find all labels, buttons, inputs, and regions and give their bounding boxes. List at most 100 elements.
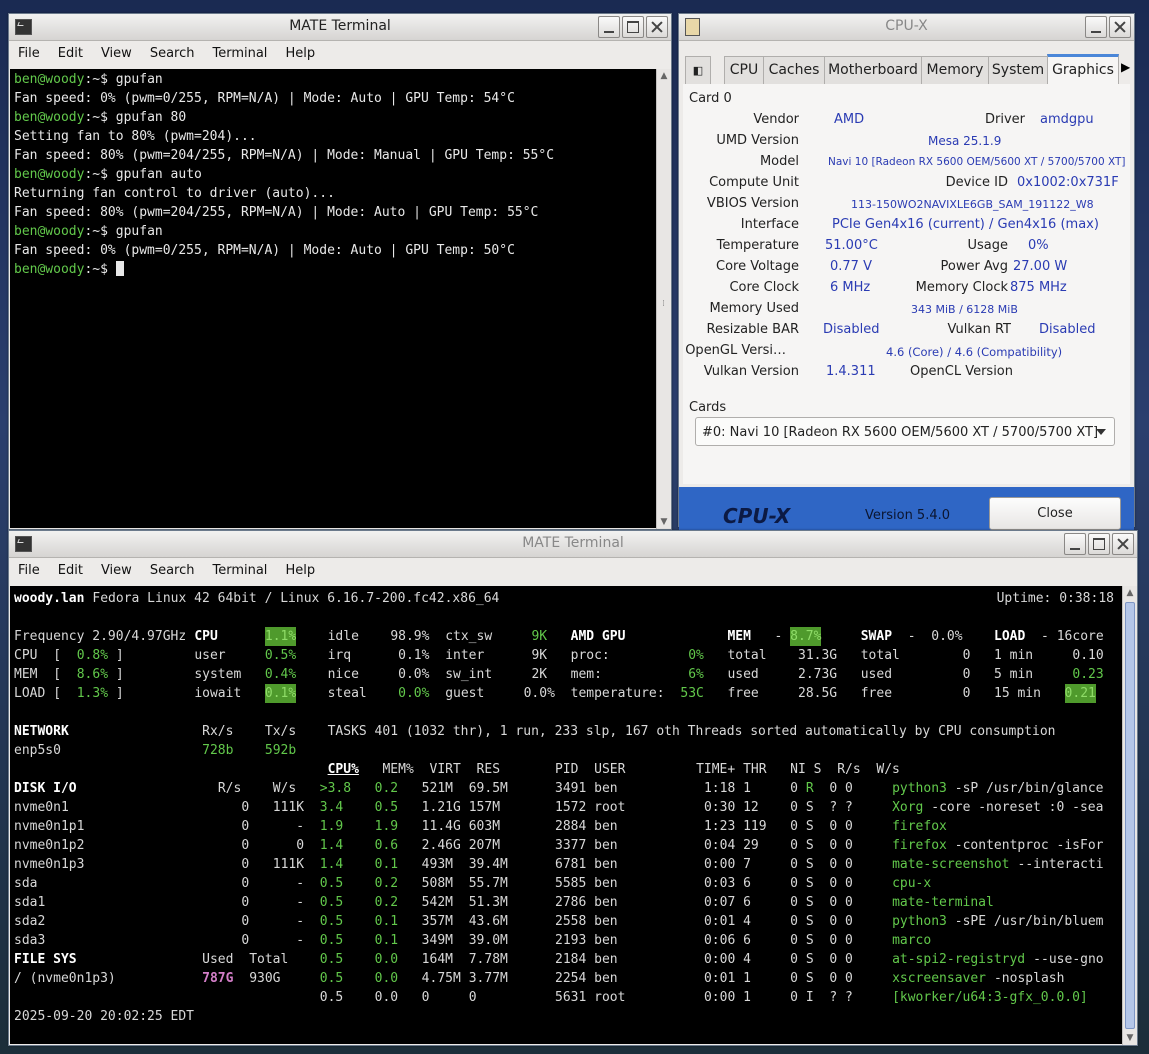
- process-write: 0: [845, 971, 853, 986]
- close-button[interactable]: [1112, 533, 1134, 555]
- process-state: S: [805, 933, 814, 948]
- scroll-up-icon[interactable]: ▲: [657, 69, 671, 83]
- process-threads: 4: [743, 914, 751, 929]
- scrollbar[interactable]: ▲ ⁞ ▼: [656, 69, 671, 529]
- process-time: 0:01: [703, 914, 736, 929]
- cards-select[interactable]: #0: Navi 10 [Radeon RX 5600 OEM/5600 XT …: [695, 417, 1115, 446]
- prompt-path: :~$: [84, 262, 116, 277]
- process-virt: 357M: [421, 914, 453, 929]
- process-time: 0:01: [703, 971, 736, 986]
- tab-memory[interactable]: Memory: [921, 56, 989, 84]
- disk-col: R/s: [217, 781, 242, 796]
- version-label: Version 5.4.0: [865, 508, 951, 523]
- process-read: 0: [829, 819, 838, 834]
- process-column-header: NI: [790, 762, 806, 777]
- process-res: 0: [468, 990, 477, 1005]
- mem-header: MEM: [727, 629, 751, 644]
- process-read: 0: [829, 857, 838, 872]
- process-read: 0: [829, 933, 838, 948]
- title-bar[interactable]: MATE Terminal: [9, 531, 1137, 558]
- terminal-line: Returning fan control to driver (auto)..…: [14, 184, 652, 203]
- process-read: 0: [829, 876, 838, 891]
- gpu-stat: 53C: [680, 686, 704, 701]
- scrollbar[interactable]: ▲ ▼: [1122, 586, 1137, 1045]
- os-info: Fedora Linux 42 64bit / Linux 6.16.7-200…: [92, 591, 500, 606]
- tab-graphics[interactable]: Graphics: [1047, 54, 1119, 87]
- hostname: woody.lan: [14, 591, 85, 606]
- title-bar[interactable]: CPU-X: [679, 14, 1134, 41]
- menu-terminal[interactable]: Terminal: [203, 558, 276, 582]
- cards-label: Cards: [689, 400, 727, 415]
- process-nice: 0: [790, 914, 798, 929]
- load-cores: 16core: [1056, 629, 1104, 644]
- close-dialog-button[interactable]: Close: [989, 497, 1121, 530]
- compute-unit-label: Compute Unit: [709, 175, 799, 190]
- tab-motherboard[interactable]: Motherboard: [824, 56, 922, 84]
- process-write: 0: [845, 857, 853, 872]
- filesys-mount: / (nvme0n1p3): [14, 971, 116, 986]
- prompt-user: ben@woody: [14, 167, 85, 182]
- process-pid: 5585: [555, 876, 587, 891]
- menu-search[interactable]: Search: [141, 558, 204, 582]
- menu-edit[interactable]: Edit: [49, 41, 92, 65]
- process-virt: 1.21G: [421, 800, 461, 815]
- process-args: -sP /usr/bin/glance: [946, 781, 1104, 796]
- close-button[interactable]: [1109, 16, 1131, 38]
- process-column-header: CPU%: [327, 762, 359, 777]
- scroll-thumb[interactable]: [1125, 602, 1135, 1029]
- process-user: root: [594, 990, 626, 1005]
- tab-cpu[interactable]: CPU: [724, 56, 764, 84]
- glances-output[interactable]: woody.lan Fedora Linux 42 64bit / Linux 6…: [10, 586, 1122, 1044]
- menu-help[interactable]: Help: [276, 41, 324, 65]
- menu-view[interactable]: View: [92, 41, 141, 65]
- terminal-output[interactable]: ben@woody:~$ gpufan Fan speed: 0% (pwm=0/…: [10, 69, 656, 528]
- tab-system[interactable]: System: [988, 56, 1048, 84]
- tab-scroll-left-icon[interactable]: ◧: [685, 56, 711, 84]
- process-virt: 521M: [421, 781, 453, 796]
- disk-name: sda1: [14, 895, 46, 910]
- maximize-button[interactable]: [622, 16, 644, 38]
- process-mem: 0.0: [374, 952, 399, 967]
- process-virt: 4.75M: [421, 971, 461, 986]
- close-button[interactable]: [646, 16, 668, 38]
- title-bar[interactable]: MATE Terminal: [9, 14, 671, 41]
- minimize-button[interactable]: [598, 16, 620, 38]
- menu-file[interactable]: File: [9, 41, 49, 65]
- disk-col: W/s: [272, 781, 297, 796]
- process-command: [kworker/u64:3-gfx_0.0.0]: [892, 990, 1088, 1005]
- power-avg-label: Power Avg: [940, 259, 1008, 274]
- process-pid: 2254: [555, 971, 587, 986]
- menu-terminal[interactable]: Terminal: [203, 41, 276, 65]
- process-nice: 0: [790, 800, 798, 815]
- scroll-up-icon[interactable]: ▲: [1123, 586, 1137, 600]
- load-stat: 0.21: [1064, 684, 1096, 703]
- device-id-label: Device ID: [945, 175, 1008, 190]
- disk-write: -: [296, 914, 305, 929]
- menu-search[interactable]: Search: [141, 41, 204, 65]
- process-mem: 0.1: [374, 933, 399, 948]
- menu-view[interactable]: View: [92, 558, 141, 582]
- tab-scroll-right-icon[interactable]: ▶: [1121, 60, 1130, 74]
- tab-caches[interactable]: Caches: [763, 56, 825, 84]
- disk-write: -: [296, 933, 305, 948]
- minimize-button[interactable]: [1064, 533, 1086, 555]
- dash: -: [907, 629, 916, 644]
- prompt-path: :~$: [84, 167, 116, 182]
- process-write: 0: [845, 952, 853, 967]
- quicklook-value: 0.8%: [76, 648, 109, 663]
- process-threads: 1: [743, 990, 751, 1005]
- process-column-header: TIME+: [696, 762, 736, 777]
- minimize-button[interactable]: [1085, 16, 1107, 38]
- menu-file[interactable]: File: [9, 558, 49, 582]
- process-res: 39.0M: [468, 933, 508, 948]
- process-time: 0:30: [703, 800, 736, 815]
- scroll-down-icon[interactable]: ▼: [657, 515, 671, 529]
- menu-edit[interactable]: Edit: [49, 558, 92, 582]
- menu-help[interactable]: Help: [276, 558, 324, 582]
- scroll-down-icon[interactable]: ▼: [1123, 1031, 1137, 1045]
- process-virt: 0: [421, 990, 430, 1005]
- process-mem: 0.0: [374, 990, 399, 1005]
- maximize-button[interactable]: [1088, 533, 1110, 555]
- process-cpu: 1.9: [319, 819, 344, 834]
- core-voltage-value: 0.77 V: [830, 259, 872, 274]
